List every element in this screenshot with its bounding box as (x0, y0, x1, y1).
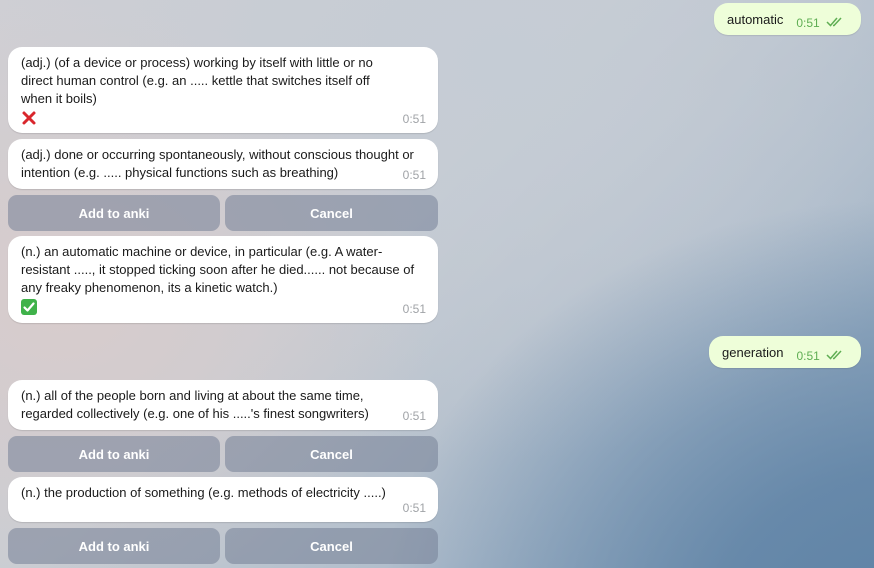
cancel-button[interactable]: Cancel (225, 528, 438, 564)
message-time: 0:51 (402, 168, 426, 182)
cancel-button[interactable]: Cancel (225, 195, 438, 231)
message-time: 0:51 (402, 501, 426, 515)
add-to-anki-button[interactable]: Add to anki (8, 195, 220, 231)
message-text: generation (722, 344, 784, 360)
definition-message[interactable]: (n.) an automatic machine or device, in … (8, 236, 438, 323)
message-time: 0:51 (402, 302, 426, 316)
message-time: 0:51 (402, 112, 426, 126)
double-check-icon (826, 348, 844, 363)
add-to-anki-button[interactable]: Add to anki (8, 436, 220, 472)
message-time: 0:51 (402, 409, 426, 423)
definition-message[interactable]: (n.) the production of something (e.g. m… (8, 477, 438, 522)
message-time: 0:51 (796, 348, 820, 363)
definition-message[interactable]: (n.) all of the people born and living a… (8, 380, 438, 430)
outgoing-message[interactable]: generation 0:51 (709, 336, 861, 368)
check-mark-icon (21, 299, 37, 315)
double-check-icon (826, 15, 844, 30)
definition-message[interactable]: (adj.) (of a device or process) working … (8, 47, 438, 133)
message-text: (adj.) done or occurring spontaneously, … (21, 147, 414, 180)
message-text: (adj.) (of a device or process) working … (21, 55, 373, 106)
add-to-anki-button[interactable]: Add to anki (8, 528, 220, 564)
message-text: (n.) an automatic machine or device, in … (21, 244, 415, 295)
cross-mark-icon (21, 110, 37, 126)
message-text: automatic (727, 11, 784, 27)
message-text: (n.) the production of something (e.g. m… (21, 485, 386, 500)
message-time: 0:51 (796, 15, 820, 30)
definition-message[interactable]: (adj.) done or occurring spontaneously, … (8, 139, 438, 189)
cancel-button[interactable]: Cancel (225, 436, 438, 472)
message-text: (n.) all of the people born and living a… (21, 388, 369, 421)
outgoing-message[interactable]: automatic 0:51 (714, 3, 861, 35)
